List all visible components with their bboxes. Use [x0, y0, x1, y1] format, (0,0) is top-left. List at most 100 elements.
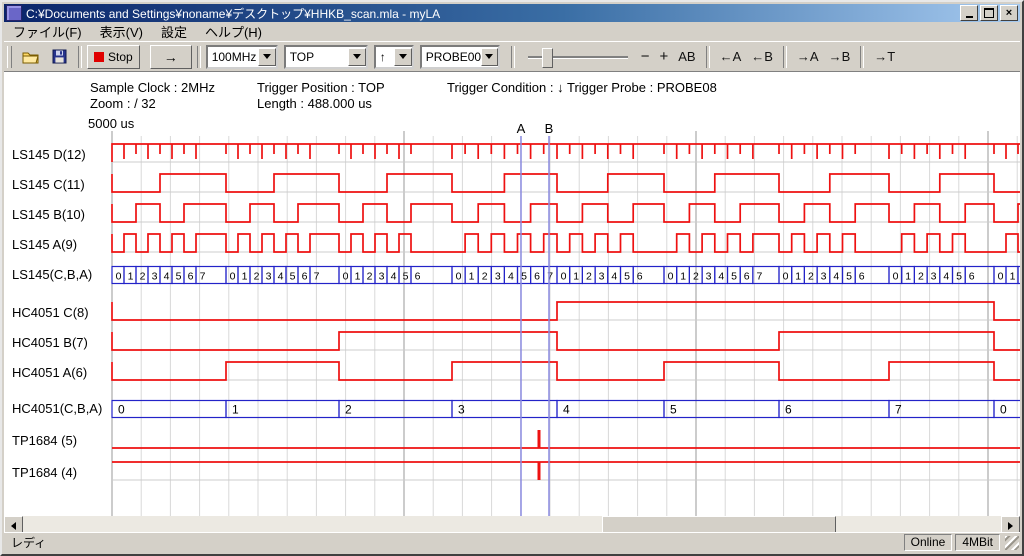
bus-cell-value: 4 — [278, 271, 284, 283]
bus-cell-value: 1 — [905, 271, 911, 283]
bus-cell-value: 4 — [833, 271, 839, 283]
goto-cursor-a-button[interactable]: ←A — [715, 46, 747, 68]
chevron-down-icon — [399, 54, 407, 59]
toolbar-separator — [706, 46, 710, 68]
toolbar-grip — [7, 46, 12, 68]
menu-settings[interactable]: 設定 — [152, 21, 196, 42]
bus-cell-value: 2 — [254, 271, 260, 283]
stop-icon — [94, 52, 104, 62]
bus-cell-value: 4 — [164, 271, 170, 283]
run-button[interactable]: → — [150, 45, 192, 69]
bus-cell-value: 3 — [706, 271, 712, 283]
bus-cell-value: 6 — [534, 271, 540, 283]
trigger-edge-value: ↑ — [376, 50, 394, 64]
cursor-label-B: B — [545, 121, 554, 136]
bus-cell-value: 0 — [343, 271, 349, 283]
plus-icon: + — [659, 48, 668, 65]
bus-cell-value: 6 — [188, 271, 194, 283]
bus-cell — [112, 401, 226, 418]
menu-view[interactable]: 表示(V) — [91, 21, 152, 42]
bus-cell — [779, 401, 889, 418]
bus-cell — [1018, 267, 1020, 284]
bus-cell-value: 6 — [415, 271, 421, 283]
floppy-disk-icon — [52, 49, 67, 64]
waveform-canvas: 0123456701234567012345601234567012345601… — [4, 72, 1020, 520]
set-cursor-a-button[interactable]: →A — [792, 46, 824, 68]
zoom-slider[interactable] — [528, 47, 628, 67]
bus-cell-value: 3 — [931, 271, 937, 283]
bus-cell — [889, 401, 994, 418]
bus-cell-value: 4 — [943, 271, 949, 283]
bus-cell-value: 5 — [624, 271, 630, 283]
arrow-left-icon — [11, 522, 16, 530]
horizontal-scrollbar[interactable] — [4, 516, 1020, 533]
set-a-label: →A — [797, 49, 819, 64]
waveform-LS145 A(9) — [112, 234, 1020, 252]
bus-cell-value: 3 — [266, 271, 272, 283]
goto-cursor-b-button[interactable]: ←B — [746, 46, 778, 68]
menu-file[interactable]: ファイル(F) — [4, 21, 91, 42]
resize-grip[interactable] — [1005, 536, 1019, 550]
toolbar: Stop → 100MHz TOP ↑ PROBE00 − + AB — [4, 41, 1020, 72]
save-button[interactable] — [46, 46, 73, 68]
set-cursor-b-button[interactable]: →B — [824, 46, 856, 68]
bus-cell-value: 5 — [521, 271, 527, 283]
trigger-position-combo[interactable]: TOP — [284, 45, 368, 69]
bus-cell — [339, 401, 452, 418]
bus-cell-value: 3 — [152, 271, 158, 283]
open-file-button[interactable] — [16, 46, 46, 68]
dropdown-button[interactable] — [394, 48, 412, 66]
bus-cell-value: 3 — [821, 271, 827, 283]
bus-cell-value: 0 — [118, 403, 125, 417]
zoom-in-button[interactable]: + — [654, 46, 673, 68]
toolbar-separator — [860, 46, 864, 68]
open-folder-icon — [22, 50, 40, 64]
bus-cell-value: 6 — [785, 403, 792, 417]
bus-cell-value: 2 — [482, 271, 488, 283]
minimize-button[interactable] — [960, 5, 978, 21]
set-b-label: →B — [829, 49, 851, 64]
close-button[interactable]: × — [1000, 5, 1018, 21]
bus-cell-value: 1 — [573, 271, 579, 283]
sample-clock-combo[interactable]: 100MHz — [206, 45, 278, 69]
zoom-ab-button[interactable]: AB — [673, 46, 700, 68]
bus-cell-value: 0 — [668, 271, 674, 283]
goto-b-label: ←B — [751, 49, 773, 64]
ab-label: AB — [678, 49, 695, 64]
bus-cell-value: 2 — [808, 271, 814, 283]
waveform-LS145 D(12) — [112, 144, 1020, 162]
slider-thumb[interactable] — [542, 48, 553, 68]
bus-cell-value: 0 — [783, 271, 789, 283]
bus-cell-value: 0 — [230, 271, 236, 283]
bus-cell-value: 6 — [859, 271, 865, 283]
bus-cell-value: 0 — [893, 271, 899, 283]
chevron-down-icon — [263, 54, 271, 59]
dropdown-button[interactable] — [348, 48, 366, 66]
bus-cell-value: 5 — [403, 271, 409, 283]
trigger-position-value: TOP — [286, 50, 348, 64]
toolbar-separator — [783, 46, 787, 68]
status-ready-text: レディ — [4, 534, 904, 551]
stop-label: Stop — [108, 50, 133, 64]
bus-cell-value: 5 — [731, 271, 737, 283]
bus-cell-value: 0 — [1000, 403, 1007, 417]
goto-trigger-button[interactable]: →T — [869, 46, 900, 68]
window-title: C:¥Documents and Settings¥noname¥デスクトップ¥… — [26, 5, 956, 22]
run-arrow-icon: → — [164, 49, 178, 65]
bus-cell-value: 1 — [128, 271, 134, 283]
bus-cell-value: 5 — [956, 271, 962, 283]
bus-cell-value: 6 — [302, 271, 308, 283]
bus-cell-value: 4 — [611, 271, 617, 283]
dropdown-button[interactable] — [481, 48, 498, 66]
stop-button[interactable]: Stop — [87, 45, 140, 69]
bus-cell-value: 4 — [391, 271, 397, 283]
bus-cell-value: 2 — [918, 271, 924, 283]
trigger-probe-combo[interactable]: PROBE00 — [420, 45, 500, 69]
maximize-button[interactable] — [980, 5, 998, 21]
bus-cell-value: 6 — [637, 271, 643, 283]
bus-cell-value: 6 — [744, 271, 750, 283]
dropdown-button[interactable] — [258, 48, 276, 66]
zoom-out-button[interactable]: − — [636, 46, 655, 68]
menu-help[interactable]: ヘルプ(H) — [196, 21, 271, 42]
trigger-edge-combo[interactable]: ↑ — [374, 45, 414, 69]
